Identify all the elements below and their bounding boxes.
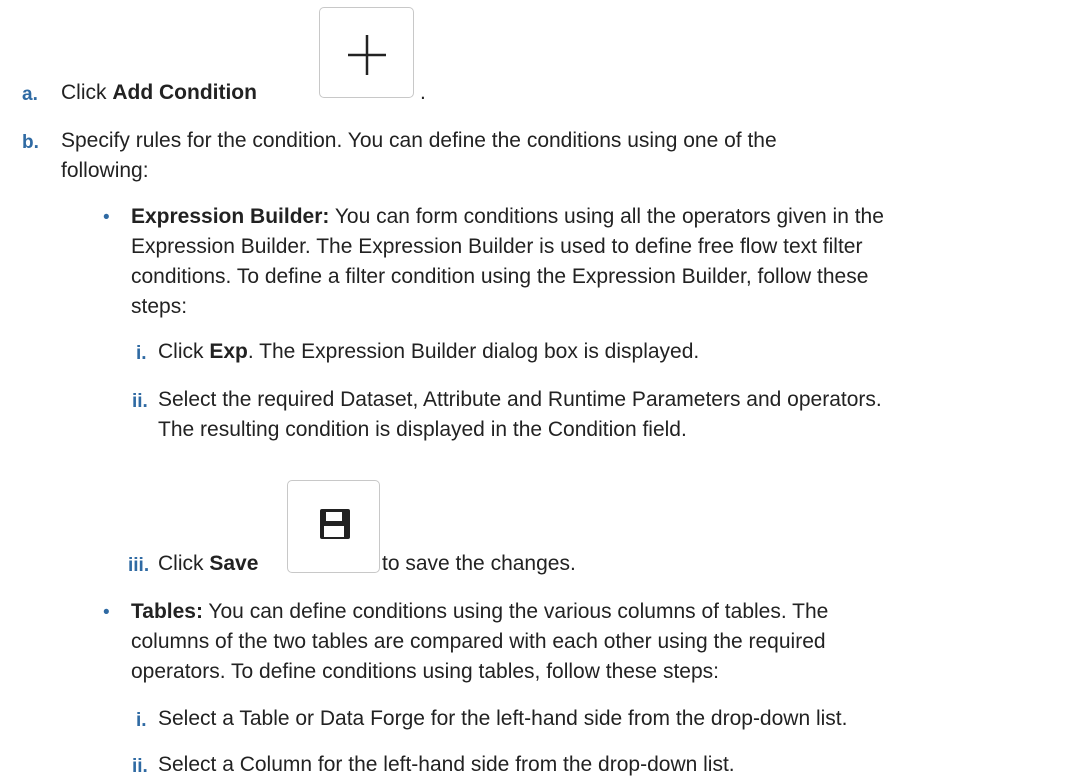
eb-substep-2-line1: Select the required Dataset, Attribute a… [158,388,882,411]
step-a-post: . [420,81,426,104]
tables-line1-rest: You can define conditions using the vari… [202,600,829,623]
step-a-text: Click Add Condition [61,78,257,108]
tables-substep-1-text: Select a Table or Data Forge for the lef… [158,707,848,730]
tables-label: Tables: [131,600,203,623]
eb-substep-3-marker: iii. [128,555,150,576]
tables-substep-1-marker: i. [136,710,147,731]
save-label: Save [209,552,259,575]
exp-label: Exp [209,340,248,363]
step-a-pre: Click [61,81,113,104]
eb-substep-2-marker: ii. [132,391,148,412]
eb-substep-3-post: to save the changes. [382,552,576,575]
expression-builder-line4: steps: [131,295,188,318]
save-button[interactable] [287,480,380,573]
tables-line2: columns of the two tables are compared w… [131,630,826,653]
add-condition-button[interactable] [319,7,414,98]
save-icon [320,509,350,539]
eb-substep-1-pre: Click [158,340,210,363]
expression-builder-line3: conditions. To define a filter condition… [131,265,869,288]
expression-builder-line1: Expression Builder: You can form conditi… [131,202,884,232]
tables-line3: operators. To define conditions using ta… [131,660,719,683]
add-condition-label: Add Condition [112,81,257,104]
eb-substep-1-post: . The Expression Builder dialog box is d… [247,340,700,363]
expression-builder-line1-rest: You can form conditions using all the op… [329,205,884,228]
eb-substep-3-text: Click Save [158,549,258,579]
expression-builder-label: Expression Builder: [131,205,330,228]
eb-substep-2-line2: The resulting condition is displayed in … [158,418,687,441]
step-a-marker: a. [22,84,38,105]
tables-substep-2-text: Select a Column for the left-hand side f… [158,753,735,776]
tables-line1: Tables: You can define conditions using … [131,597,828,627]
expression-builder-bullet: • [103,207,110,228]
step-b-line2: following: [61,159,149,182]
tables-bullet: • [103,602,110,623]
step-b-line1: Specify rules for the condition. You can… [61,129,777,152]
step-b-marker: b. [22,132,39,153]
expression-builder-line2: Expression Builder. The Expression Build… [131,235,863,258]
eb-substep-3-pre: Click [158,552,210,575]
eb-substep-1-marker: i. [136,343,147,364]
plus-icon [348,35,386,75]
eb-substep-1-text: Click Exp. The Expression Builder dialog… [158,337,699,367]
